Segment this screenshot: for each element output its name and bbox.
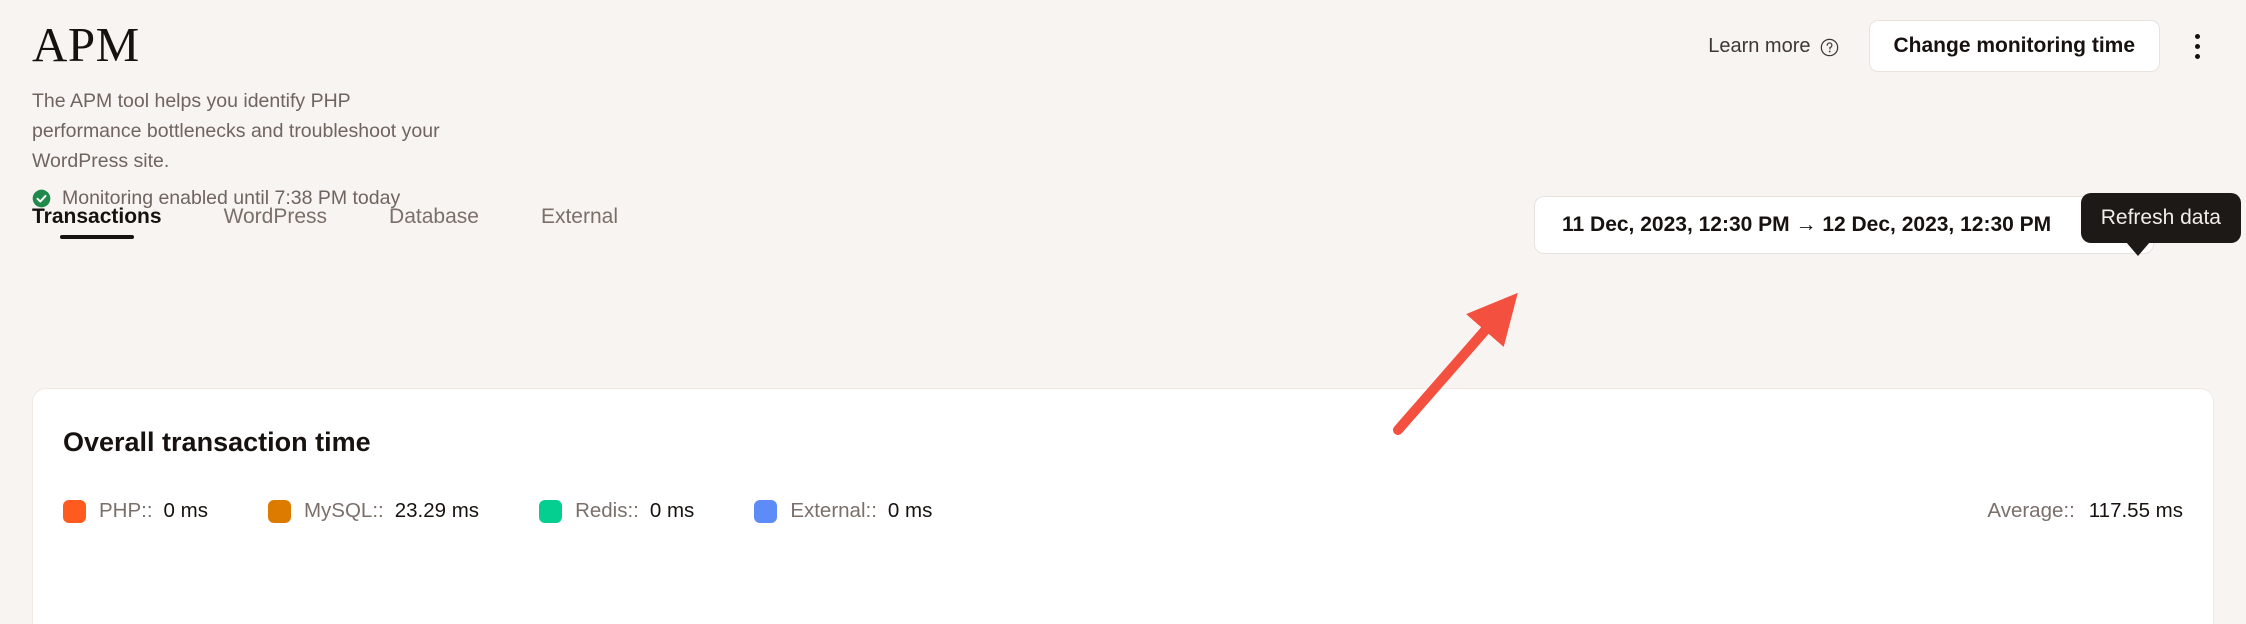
- learn-more-label: Learn more: [1708, 34, 1811, 57]
- tab-external[interactable]: External: [541, 190, 618, 251]
- legend-item-php[interactable]: PHP:: 0 ms: [63, 499, 208, 523]
- overall-transaction-time-card: Overall transaction time PHP:: 0 ms MySQ…: [32, 388, 2214, 624]
- legend-value-external: 0 ms: [887, 499, 933, 522]
- legend-value-mysql: 23.29 ms: [394, 499, 480, 522]
- kebab-dot: [2194, 53, 2200, 59]
- tab-transactions[interactable]: Transactions: [32, 190, 162, 251]
- legend-swatch-php: [63, 499, 86, 523]
- tab-list: Transactions WordPress Database External: [32, 190, 680, 262]
- legend-value-redis: 0 ms: [649, 499, 695, 522]
- tab-database[interactable]: Database: [389, 190, 479, 251]
- page-header: APM Learn more Change monitoring time: [0, 0, 2246, 90]
- page-title: APM: [32, 17, 140, 72]
- legend-label-mysql: MySQL::: [303, 499, 384, 522]
- card-title: Overall transaction time: [63, 427, 371, 457]
- intro-description: The APM tool helps you identify PHP perf…: [32, 90, 440, 172]
- legend-item-average: Average:: 117.55 ms: [1987, 499, 2183, 523]
- legend-item-redis[interactable]: Redis:: 0 ms: [539, 499, 694, 523]
- legend-swatch-mysql: [267, 499, 291, 523]
- legend-swatch-redis: [539, 499, 563, 523]
- kebab-dot: [2194, 43, 2200, 49]
- change-monitoring-time-button[interactable]: Change monitoring time: [1868, 20, 2160, 72]
- transaction-time-bar-chart: [63, 559, 2183, 624]
- help-circle-icon: [1820, 38, 1839, 57]
- chart-legend: PHP:: 0 ms MySQL:: 23.29 ms Redis:: 0 ms…: [63, 499, 2183, 523]
- tabs-row: Transactions WordPress Database External…: [0, 190, 2246, 276]
- legend-label-redis: Redis::: [575, 499, 639, 522]
- date-range-selector[interactable]: 11 Dec, 2023, 12:30 PM → 12 Dec, 2023, 1…: [1534, 196, 2154, 254]
- legend-value-average: 117.55 ms: [2088, 499, 2183, 522]
- kebab-dot: [2194, 33, 2200, 39]
- learn-more-link[interactable]: Learn more: [1708, 35, 1838, 58]
- legend-label-php: PHP::: [99, 499, 153, 522]
- legend-swatch-external: [754, 499, 778, 523]
- date-range-value: 11 Dec, 2023, 12:30 PM → 12 Dec, 2023, 1…: [1562, 213, 2052, 236]
- legend-item-mysql[interactable]: MySQL:: 23.29 ms: [267, 499, 480, 523]
- legend-item-external[interactable]: External:: 0 ms: [754, 499, 932, 523]
- refresh-tooltip: Refresh data: [2080, 193, 2241, 256]
- tab-wordpress[interactable]: WordPress: [224, 190, 327, 251]
- header-actions: Learn more Change monitoring time: [1708, 20, 2218, 72]
- legend-label-average: Average::: [1987, 499, 2075, 522]
- more-vertical-icon[interactable]: [2176, 23, 2218, 69]
- legend-value-php: 0 ms: [163, 499, 208, 522]
- legend-label-external: External::: [790, 499, 877, 522]
